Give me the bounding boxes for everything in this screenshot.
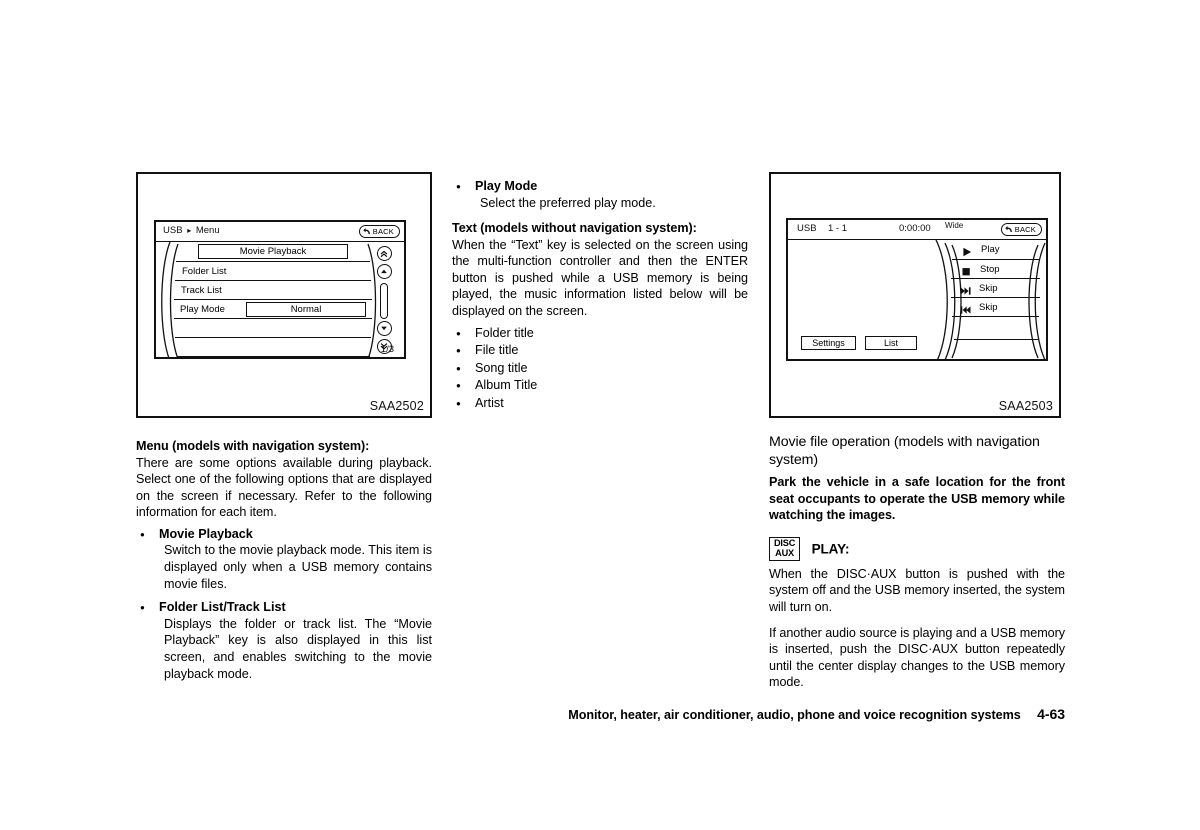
titlebar-elapsed-time: 0:00:00 xyxy=(899,223,931,234)
scrollbar-thumb[interactable] xyxy=(380,283,388,319)
play-mode-value[interactable]: Normal xyxy=(246,302,366,317)
stop-icon xyxy=(961,264,973,276)
track-list-label: Track List xyxy=(181,285,222,296)
footer-page-number: 4-63 xyxy=(1037,706,1065,722)
menu-row-play-mode[interactable]: Play Mode Normal xyxy=(174,299,372,318)
menu-row-empty-3[interactable] xyxy=(177,356,370,357)
double-chevron-down-icon[interactable] xyxy=(377,339,392,354)
disc-aux-button-icon: DISC AUX xyxy=(769,536,801,561)
disc-aux-paragraph-2: If another audio source is playing and a… xyxy=(769,625,1065,690)
chevron-down-icon[interactable] xyxy=(377,321,392,336)
media-key-label: Stop xyxy=(980,264,1000,275)
safety-warning-paragraph: Park the vehicle in a safe location for … xyxy=(769,475,1065,523)
disc-aux-paragraph-1: When the DISC·AUX button is pushed with … xyxy=(769,566,1065,614)
figure-caption: SAA2502 xyxy=(369,399,424,413)
figure-caption: SAA2503 xyxy=(998,399,1053,413)
play-mode-label: Play Mode xyxy=(180,304,225,315)
back-arrow-icon xyxy=(363,227,372,236)
list-item: Song title xyxy=(452,360,748,378)
figure-usb-menu: USB ▸ Menu BACK Movie Playback Folder Li… xyxy=(136,172,432,418)
left-column-text: Menu (models with navigation system): Th… xyxy=(136,438,432,682)
movie-operation-heading: Movie file operation (models with naviga… xyxy=(769,434,1040,468)
breadcrumb-source: USB xyxy=(163,225,183,236)
media-key-stop[interactable]: Stop xyxy=(952,259,1039,278)
list-item: Artist xyxy=(452,395,748,413)
text-info-list: Folder title File title Song title Album… xyxy=(452,325,748,413)
menu-option-list: Movie Playback Switch to the movie playb… xyxy=(136,526,432,682)
movie-playback-key[interactable]: Movie Playback xyxy=(198,244,348,259)
disc-aux-line-2: AUX xyxy=(775,548,794,559)
back-button-label: BACK xyxy=(372,227,394,236)
play-mode-list: Play Mode Select the preferred play mode… xyxy=(452,178,748,211)
media-key-skip-back[interactable]: Skip xyxy=(951,297,1040,316)
info-item-label: Folder title xyxy=(475,325,534,340)
option-term: Movie Playback xyxy=(159,526,253,541)
page-footer: Monitor, heater, air conditioner, audio,… xyxy=(0,706,1200,722)
list-item: Folder title xyxy=(452,325,748,343)
play-heading-label: PLAY: xyxy=(811,541,850,557)
back-button[interactable]: BACK xyxy=(358,225,400,238)
menu-section-heading: Menu (models with navigation system): xyxy=(136,439,370,453)
media-key-label: Play xyxy=(981,244,1000,255)
breadcrumb-menu: Menu xyxy=(195,225,220,236)
info-item-label: File title xyxy=(475,343,519,358)
list-item: Folder List/Track List Displays the fold… xyxy=(136,599,432,682)
list-item: Play Mode Select the preferred play mode… xyxy=(452,178,748,211)
titlebar-aspect-mode: Wide xyxy=(945,221,964,230)
screen-titlebar: USB ▸ Menu BACK xyxy=(156,222,404,242)
footer-chapter-title: Monitor, heater, air conditioner, audio,… xyxy=(568,708,1021,722)
titlebar-breadcrumb: USB ▸ Menu xyxy=(163,222,220,240)
figure-movie-playback: USB 1 - 1 0:00:00 Wide BACK Play Stop Sk… xyxy=(769,172,1061,418)
folder-list-label: Folder List xyxy=(182,266,227,277)
screen-titlebar: USB 1 - 1 0:00:00 Wide BACK xyxy=(788,220,1046,240)
skip-forward-icon xyxy=(960,283,972,295)
info-item-label: Artist xyxy=(475,396,504,411)
media-key-empty-1[interactable] xyxy=(952,316,1039,339)
titlebar-track-number: 1 - 1 xyxy=(828,223,848,234)
info-item-label: Album Title xyxy=(475,378,538,393)
back-arrow-icon xyxy=(1005,225,1014,234)
menu-row-track-list[interactable]: Track List xyxy=(175,280,371,299)
titlebar-source: USB xyxy=(797,223,817,234)
list-button[interactable]: List xyxy=(865,336,917,350)
breadcrumb-separator-icon: ▸ xyxy=(187,226,192,235)
list-item: File title xyxy=(452,342,748,360)
media-key-label: Skip xyxy=(979,302,998,313)
usb-menu-screen: USB ▸ Menu BACK Movie Playback Folder Li… xyxy=(154,220,406,359)
menu-row-empty-1[interactable] xyxy=(174,318,372,337)
left-column: USB ▸ Menu BACK Movie Playback Folder Li… xyxy=(136,172,432,689)
manual-page: USB ▸ Menu BACK Movie Playback Folder Li… xyxy=(0,0,1200,830)
option-description: Displays the folder or track list. The “… xyxy=(164,616,432,681)
menu-row-empty-2[interactable] xyxy=(175,337,371,356)
skip-back-icon xyxy=(960,302,972,314)
media-key-play[interactable]: Play xyxy=(953,240,1038,259)
settings-button[interactable]: Settings xyxy=(801,336,856,350)
disc-aux-play-heading: DISC AUX PLAY: xyxy=(769,536,1065,561)
back-button-label: BACK xyxy=(1014,225,1036,234)
option-description: Switch to the movie playback mode. This … xyxy=(164,543,432,591)
play-icon xyxy=(962,244,974,257)
option-term: Folder List/Track List xyxy=(159,600,286,615)
option-term: Play Mode xyxy=(475,179,538,193)
text-section-paragraph: When the “Text” key is selected on the s… xyxy=(452,237,748,319)
text-section-heading: Text (models without navigation system): xyxy=(452,221,697,236)
middle-column: Play Mode Select the preferred play mode… xyxy=(452,172,748,413)
movie-playback-screen: USB 1 - 1 0:00:00 Wide BACK Play Stop Sk… xyxy=(786,218,1048,361)
info-item-label: Song title xyxy=(475,360,528,375)
media-key-skip-forward[interactable]: Skip xyxy=(951,278,1040,297)
list-item: Movie Playback Switch to the movie playb… xyxy=(136,526,432,592)
list-item: Album Title xyxy=(452,377,748,395)
media-key-label: Skip xyxy=(979,283,998,294)
menu-intro-paragraph: There are some options available during … xyxy=(136,455,432,520)
option-description: Select the preferred play mode. xyxy=(480,195,656,210)
menu-row-folder-list[interactable]: Folder List xyxy=(176,261,370,280)
chevron-up-icon[interactable] xyxy=(377,264,392,279)
right-column: USB 1 - 1 0:00:00 Wide BACK Play Stop Sk… xyxy=(769,172,1065,691)
back-button[interactable]: BACK xyxy=(1000,223,1042,236)
media-key-empty-2[interactable] xyxy=(954,339,1038,359)
menu-row-movie-playback[interactable]: Movie Playback xyxy=(178,242,368,261)
disc-aux-line-1: DISC xyxy=(774,537,796,548)
right-column-text: Movie file operation (models with naviga… xyxy=(769,434,1065,691)
double-chevron-up-icon[interactable] xyxy=(377,246,392,261)
